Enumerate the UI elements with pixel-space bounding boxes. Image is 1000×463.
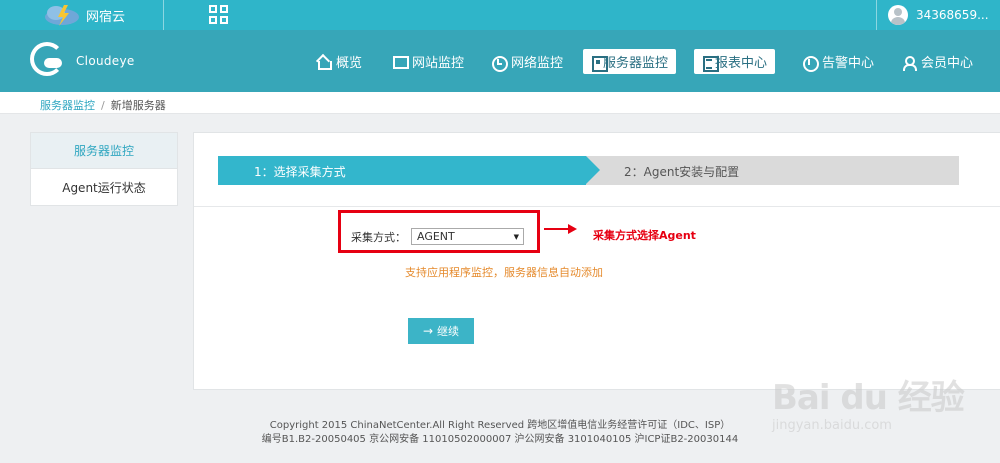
wangsu-cloud-logo[interactable]: 网宿云 xyxy=(42,2,125,28)
server-icon xyxy=(591,55,608,72)
baidu-jingyan-watermark: Bai du 经验 jingyan.baidu.com xyxy=(772,352,972,442)
wizard-step-2-label: 2：Agent安装与配置 xyxy=(624,165,740,179)
watermark-main: Bai du 经验 xyxy=(772,378,965,418)
nav-website-monitor-label: 网站监控 xyxy=(412,56,465,71)
breadcrumb: 服务器监控 / 新增服务器 xyxy=(40,97,166,113)
nav-alert-center-label: 告警中心 xyxy=(822,56,875,71)
breadcrumb-current: 新增服务器 xyxy=(110,99,166,112)
panel-divider xyxy=(194,206,1000,207)
brand-name: 网宿云 xyxy=(86,9,126,25)
nav-network-monitor-label: 网络监控 xyxy=(511,56,564,71)
nav-alert-center[interactable]: 告警中心 xyxy=(794,49,882,74)
nav-network-monitor[interactable]: 网络监控 xyxy=(483,49,571,74)
cloudeye-logo-text[interactable]: Cloudeye xyxy=(76,54,135,68)
alert-icon xyxy=(802,55,819,72)
nav-overview-label: 概览 xyxy=(336,56,363,71)
nav-server-monitor-label: 服务器监控 xyxy=(602,56,668,71)
continue-button-label: 继续 xyxy=(437,325,460,338)
nav-server-monitor[interactable]: 服务器监控 xyxy=(583,49,676,74)
top-divider xyxy=(163,0,164,30)
continue-button[interactable]: → 继续 xyxy=(408,318,474,344)
clock-icon xyxy=(491,55,508,72)
sidebar-item-server-monitor[interactable]: 服务器监控 xyxy=(31,133,177,169)
annotation-text: 采集方式选择Agent xyxy=(593,229,696,242)
nav-website-monitor[interactable]: 网站监控 xyxy=(384,49,472,74)
annotation-arrow-icon xyxy=(544,224,578,234)
nav-member-center-label: 会员中心 xyxy=(921,56,974,71)
cloud-lightning-icon xyxy=(42,3,84,27)
top-bar: 网宿云 34368659... xyxy=(0,0,1000,30)
monitor-icon xyxy=(392,55,409,69)
arrow-right-icon: → xyxy=(422,324,434,338)
home-icon xyxy=(316,55,332,70)
username[interactable]: 34368659... xyxy=(916,8,989,22)
wizard-step-1-label: 1：选择采集方式 xyxy=(254,165,346,179)
annotation-highlight-box xyxy=(338,210,540,253)
avatar[interactable] xyxy=(888,5,908,25)
nav-member-center[interactable]: 会员中心 xyxy=(893,49,981,74)
report-icon xyxy=(702,55,719,72)
breadcrumb-server-monitor[interactable]: 服务器监控 xyxy=(40,99,95,112)
watermark-sub: jingyan.baidu.com xyxy=(772,418,892,433)
main-nav: Cloudeye 概览 网站监控 网络监控 服务器监控 报表中心 告警中心 会员… xyxy=(0,30,1000,92)
top-divider-right xyxy=(876,0,877,30)
nav-report-center[interactable]: 报表中心 xyxy=(694,49,775,74)
breadcrumb-separator: / xyxy=(101,99,105,112)
nav-overview[interactable]: 概览 xyxy=(308,49,370,74)
apps-grid-icon[interactable] xyxy=(209,5,228,24)
sidebar-item-agent-status[interactable]: Agent运行状态 xyxy=(31,169,177,205)
user-icon xyxy=(901,55,917,71)
breadcrumb-bar: 服务器监控 / 新增服务器 xyxy=(0,92,1000,114)
wizard-steps: 1：选择采集方式 2：Agent安装与配置 xyxy=(218,156,959,185)
collection-method-hint: 支持应用程序监控，服务器信息自动添加 xyxy=(405,266,603,279)
sidebar: 服务器监控 Agent运行状态 xyxy=(30,132,178,206)
nav-report-center-label: 报表中心 xyxy=(714,56,767,71)
cloudeye-logo-icon[interactable] xyxy=(30,40,70,80)
wizard-step-1: 1：选择采集方式 xyxy=(218,156,600,185)
